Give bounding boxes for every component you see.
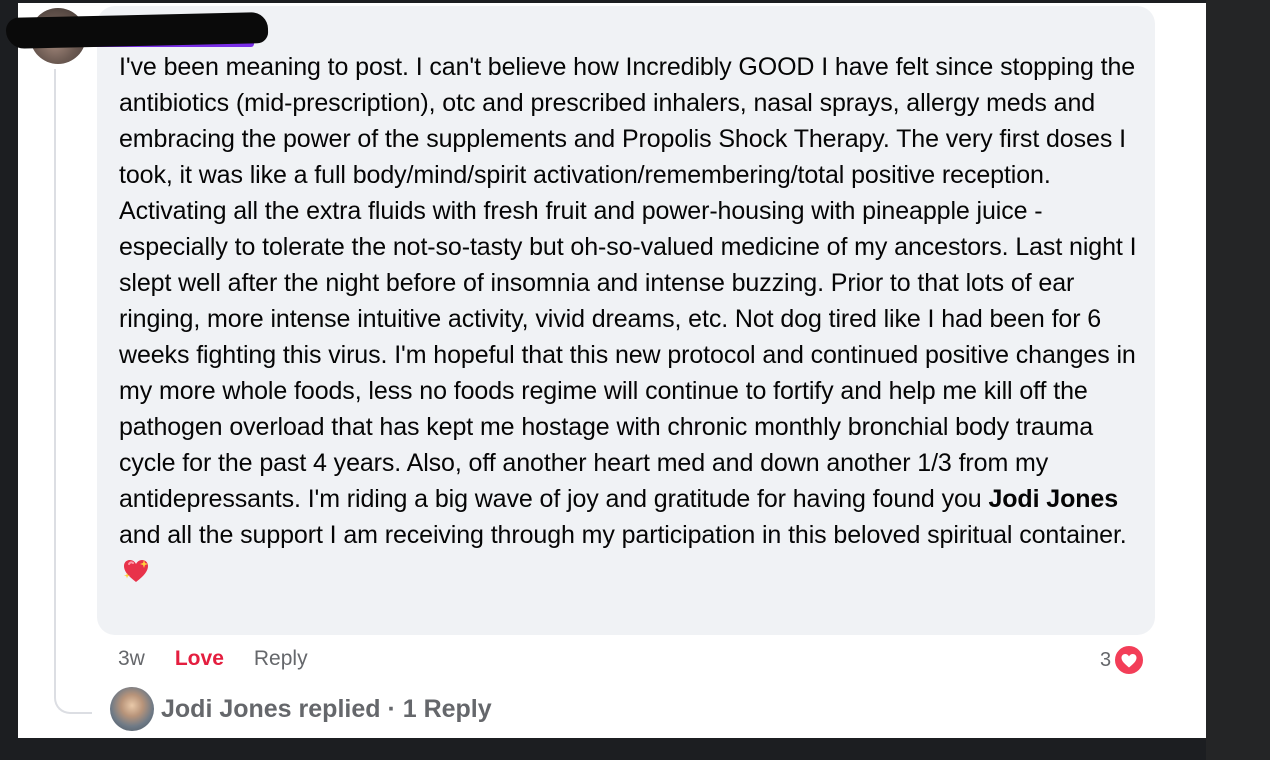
comment-actions: 3w Love Reply [118,644,338,674]
comment-panel: I've been meaning to post. I can't belie… [5,3,1206,738]
comment-text: I've been meaning to post. I can't belie… [119,49,1149,589]
mention-jodi-jones[interactable]: Jodi Jones [988,485,1118,513]
comment-text-before-mention: I've been meaning to post. I can't belie… [119,53,1137,513]
reply-button[interactable]: Reply [254,647,308,671]
love-reaction-button[interactable]: Love [175,647,224,671]
sparkling-heart-icon [124,560,148,582]
replies-summary: Jodi Jones replied · 1 Reply [161,694,492,723]
author-name-redaction[interactable] [5,12,269,49]
reply-thread-line [54,69,92,714]
window-edge [1206,0,1270,760]
love-reaction-icon [1113,644,1146,676]
reaction-count: 3 [1100,648,1112,671]
reaction-summary[interactable]: 3 [1100,644,1146,676]
view-replies-link[interactable]: Jodi Jones replied · 1 Reply [110,687,492,731]
comment-timestamp[interactable]: 3w [118,647,145,671]
comment-text-after-mention: and all the support I am receiving throu… [119,521,1127,549]
replier-avatar [110,687,154,731]
